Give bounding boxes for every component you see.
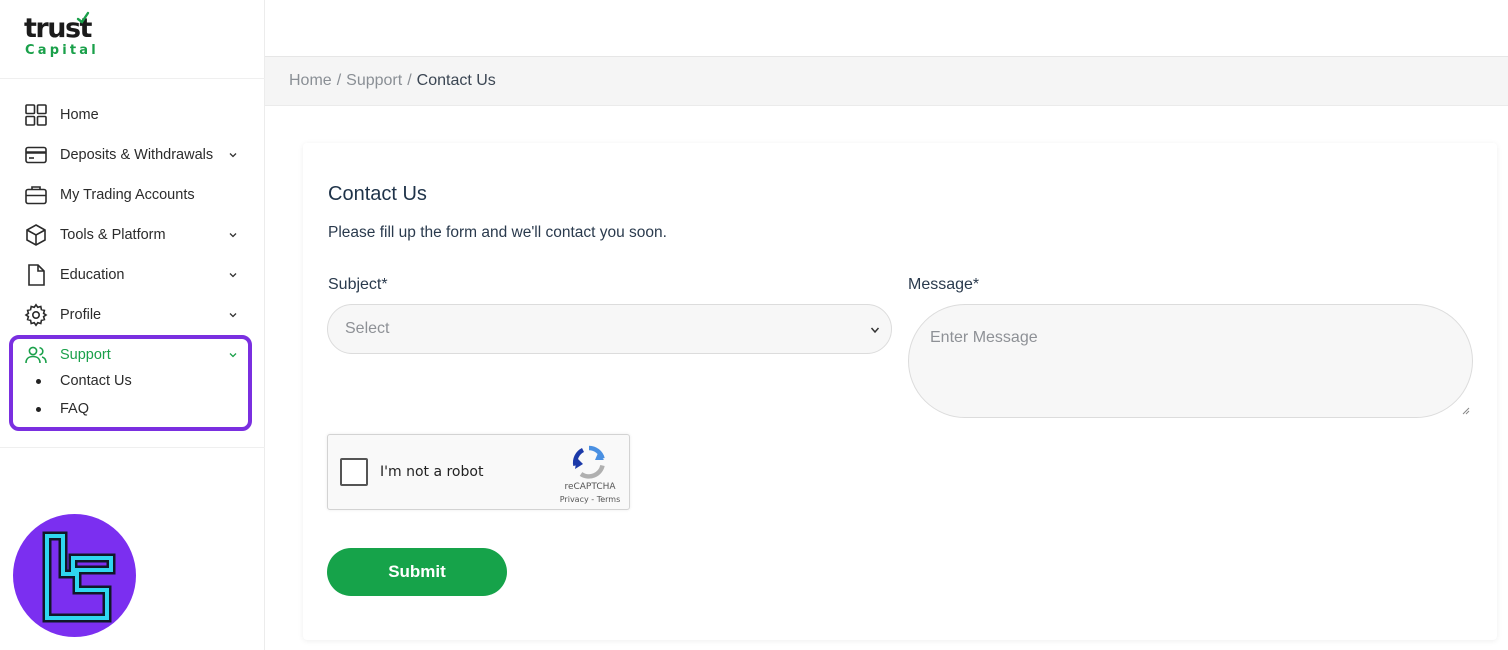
breadcrumb-separator: / [407, 72, 412, 89]
gear-icon [24, 303, 48, 327]
divider [0, 78, 265, 79]
sidebar-item-support[interactable]: Support [24, 343, 111, 367]
subject-label: Subject* [328, 276, 388, 293]
divider [0, 447, 265, 448]
message-textarea[interactable]: Enter Message [908, 304, 1473, 418]
chevron-down-icon [229, 273, 237, 278]
logo-subtitle: Capital [25, 43, 99, 58]
chevron-down-icon [229, 153, 237, 158]
submit-button[interactable]: Submit [327, 548, 507, 596]
page-title: Contact Us [328, 183, 427, 205]
sidebar-item-label: Home [60, 107, 99, 123]
file-icon [24, 263, 48, 287]
captcha-privacy-terms-link[interactable]: Privacy - Terms [554, 495, 626, 504]
sidebar-item-home[interactable]: Home [0, 95, 265, 135]
sidebar-item-label: Deposits & Withdrawals [60, 147, 214, 163]
sidebar-item-label: Profile [60, 307, 102, 323]
sidebar-subitem-label: Contact Us [60, 373, 132, 389]
bullet [36, 406, 41, 412]
message-placeholder: Enter Message [930, 329, 1038, 346]
breadcrumb-current: Contact Us [416, 72, 496, 89]
grid-icon [24, 103, 48, 127]
sidebar-nav: Home Deposits & Withdrawals My Trading A… [0, 95, 265, 335]
credit-card-icon [24, 143, 48, 167]
sidebar-item-label: Education [60, 267, 125, 283]
contact-form-card: Contact Us Please fill up the form and w… [303, 143, 1497, 640]
resize-handle-icon[interactable] [1461, 406, 1470, 415]
chevron-down-icon [229, 353, 237, 358]
captcha-label: I'm not a robot [380, 464, 484, 480]
brand-logo[interactable]: trust Capital [24, 11, 99, 64]
breadcrumb-home[interactable]: Home [289, 72, 332, 90]
recaptcha-widget: I'm not a robot reCAPTCHA Privacy - Term… [327, 434, 630, 510]
sidebar-item-tools-platform[interactable]: Tools & Platform [0, 215, 265, 255]
sidebar-item-deposits-withdrawals[interactable]: Deposits & Withdrawals [0, 135, 265, 175]
subject-select[interactable]: Select [327, 304, 892, 354]
sidebar-subitem-contact-us[interactable]: Contact Us [36, 371, 132, 391]
captcha-brand: reCAPTCHA [564, 482, 616, 492]
app-root: trust Capital Home Deposits & Withdrawal… [0, 0, 1508, 650]
sidebar-subitem-faq[interactable]: FAQ [36, 399, 89, 419]
sidebar-item-trading-accounts[interactable]: My Trading Accounts [0, 175, 265, 215]
captcha-checkbox[interactable] [340, 458, 368, 486]
watermark-logo-icon [13, 514, 136, 637]
bullet [36, 378, 41, 384]
sidebar: trust Capital Home Deposits & Withdrawal… [0, 0, 265, 650]
chevron-down-icon [229, 233, 237, 238]
sidebar-item-education[interactable]: Education [0, 255, 265, 295]
sidebar-subitem-label: FAQ [60, 401, 90, 417]
breadcrumb: Home / Support / Contact Us [265, 57, 1508, 106]
breadcrumb-support[interactable]: Support [346, 72, 402, 90]
sidebar-item-label: My Trading Accounts [60, 187, 195, 203]
chevron-down-icon [229, 313, 237, 318]
sidebar-item-label: Tools & Platform [60, 227, 166, 243]
subject-select-value: Select [345, 320, 390, 337]
breadcrumb-separator: / [336, 72, 342, 89]
message-label: Message* [908, 276, 980, 293]
top-bar [265, 0, 1508, 57]
sidebar-item-label: Support [60, 347, 111, 363]
recaptcha-logo-icon [572, 445, 605, 479]
chevron-down-icon [870, 327, 880, 334]
cube-icon [24, 223, 48, 247]
sidebar-item-profile[interactable]: Profile [0, 295, 265, 335]
users-icon [24, 343, 48, 367]
logo-check-icon [76, 11, 90, 24]
briefcase-icon [24, 183, 48, 207]
form-description: Please fill up the form and we'll contac… [328, 224, 667, 241]
